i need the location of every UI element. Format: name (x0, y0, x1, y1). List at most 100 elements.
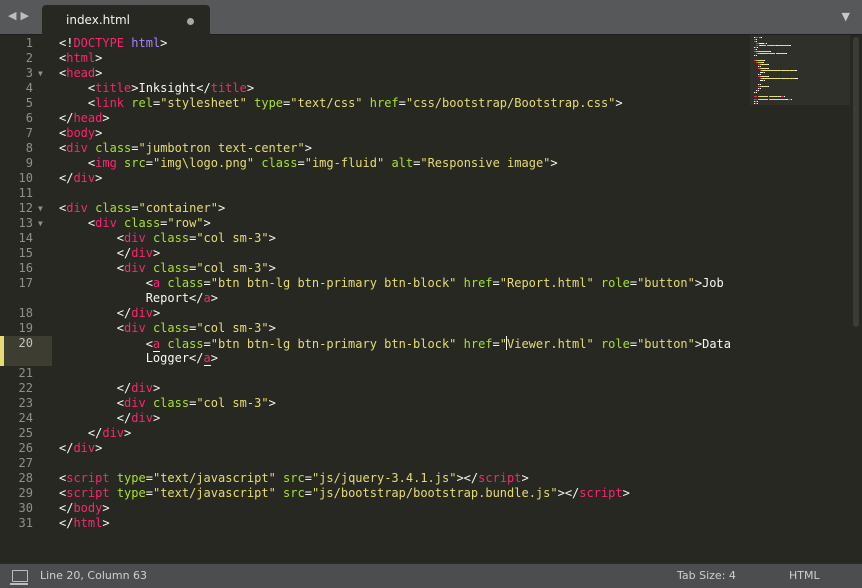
cursor-position[interactable]: Line 20, Column 63 (40, 569, 147, 582)
code-token: Viewer.html" (507, 337, 594, 351)
fold-arrow-icon[interactable]: ▼ (38, 201, 48, 216)
line-number: 31 (18, 516, 33, 530)
code-line[interactable]: </body> (59, 501, 110, 516)
line-number: 1 (25, 36, 33, 50)
nav-arrows-icon[interactable]: ◀▶ (8, 9, 33, 22)
vertical-scrollbar[interactable] (850, 35, 862, 563)
code-token: > (95, 66, 103, 80)
code-token: < (59, 321, 125, 335)
code-line[interactable]: <title>Inksight</title> (59, 81, 254, 96)
line-number: 7 (25, 126, 33, 140)
code-line[interactable]: Logger</a> (59, 351, 218, 366)
code-line[interactable]: <div class="container"> (59, 201, 225, 216)
minimap-segment (756, 100, 758, 102)
code-line[interactable]: <div class="jumbotron text-center"> (59, 141, 312, 156)
tab-index-html[interactable]: index.html (42, 5, 210, 35)
code-line[interactable]: <script type="text/javascript" src="js/b… (59, 486, 630, 501)
code-line[interactable]: </head> (59, 111, 110, 126)
code-token: div (73, 441, 96, 455)
code-line[interactable]: <div class="row"> (59, 216, 211, 231)
code-line[interactable]: </div> (59, 306, 160, 321)
code-token: "col sm-3" (196, 231, 269, 245)
minimap-segment (760, 84, 762, 86)
code-line[interactable]: <!DOCTYPE html> (59, 36, 167, 51)
code-token: < (59, 96, 96, 110)
code-line[interactable]: <body> (59, 126, 102, 141)
minimap-segment (769, 53, 776, 55)
code-token: <! (59, 36, 74, 50)
code-line[interactable]: <div class="col sm-3"> (59, 321, 276, 336)
line-number: 22 (18, 381, 33, 395)
code-token: head (73, 111, 103, 125)
line-number: 30 (18, 501, 33, 515)
code-area[interactable]: <!DOCTYPE html> <html> <head> <title>Inksi… (59, 35, 749, 563)
code-token: > (95, 126, 103, 140)
unsaved-dot-icon[interactable] (187, 18, 194, 25)
code-token: > (160, 36, 168, 50)
line-number: 26 (18, 441, 33, 455)
code-line[interactable]: <link rel="stylesheet" type="text/css" h… (59, 96, 623, 111)
code-editor[interactable]: 1 2 3 ▼ 4 5 6 7 8 9 10 11 12 ▼ 13 ▼ 14 15 16 17 18 19 20 21 22 23… (0, 35, 850, 563)
code-line[interactable]: <div class="col sm-3"> (59, 261, 276, 276)
line-number: 16 (18, 261, 33, 275)
code-line[interactable]: </div> (59, 246, 160, 261)
minimap-segment (770, 96, 780, 98)
minimap-segment (760, 73, 762, 75)
scrollbar-thumb[interactable] (853, 37, 859, 327)
code-line[interactable]: <div class="col sm-3"> (59, 231, 276, 246)
minimap-segment (767, 75, 769, 77)
code-line[interactable]: </div> (59, 171, 102, 186)
minimap-segment (760, 53, 767, 55)
code-line[interactable]: <img src="img\logo.png" class="img-fluid… (59, 156, 558, 171)
code-token: > (95, 441, 103, 455)
minimap-segment (795, 78, 798, 79)
code-token: = (492, 337, 500, 351)
syntax-selector[interactable]: HTML (789, 569, 820, 582)
tab-title: index.html (66, 13, 130, 27)
code-token: href (463, 337, 493, 351)
code-line[interactable]: <a class="btn btn-lg btn-primary btn-blo… (59, 276, 724, 291)
line-number-gutter: 1 2 3 ▼ 4 5 6 7 8 9 10 11 12 ▼ 13 ▼ 14 15 16 17 18 19 20 21 22 23… (0, 35, 52, 563)
code-line[interactable]: </html> (59, 516, 110, 531)
minimap[interactable] (750, 35, 850, 105)
code-token: href (463, 276, 493, 290)
tab-menu-icon[interactable]: ▼ (842, 10, 850, 23)
code-line[interactable]: <div class="col sm-3"> (59, 396, 276, 411)
code-token: > (210, 291, 218, 305)
code-line[interactable]: </div> (59, 426, 131, 441)
code-token: "js/bootstrap/bootstrap.bundle.js" (311, 486, 558, 500)
code-token: html (73, 516, 103, 530)
minimap-segment (756, 102, 758, 104)
line-number: 18 (18, 306, 33, 320)
panel-toggle-icon[interactable] (10, 570, 28, 585)
code-token: "col sm-3" (196, 261, 269, 275)
tab-size-selector[interactable]: Tab Size: 4 (677, 569, 736, 582)
code-token: div (124, 231, 146, 245)
code-token: "text/javascript" (152, 471, 276, 485)
code-line[interactable]: </div> (59, 381, 160, 396)
minimap-segment (758, 90, 760, 92)
code-token: > (102, 501, 110, 515)
code-token: > (521, 471, 529, 485)
code-token: script (579, 486, 623, 500)
code-token: Logger</ (59, 351, 204, 365)
code-line[interactable]: <html> (59, 51, 102, 66)
code-line[interactable]: <a class="btn btn-lg btn-primary btn-blo… (59, 336, 731, 352)
minimap-segment (760, 65, 762, 67)
code-line[interactable]: </div> (59, 441, 102, 456)
code-token: </ (59, 381, 132, 395)
code-token: > (304, 141, 312, 155)
fold-arrow-icon[interactable]: ▼ (38, 66, 48, 81)
code-token: < (59, 156, 96, 170)
code-line[interactable]: </div> (59, 411, 160, 426)
code-line[interactable]: <head> (59, 66, 102, 81)
code-line[interactable]: <script type="text/javascript" src="js/j… (59, 471, 529, 486)
fold-arrow-icon[interactable]: ▼ (38, 216, 48, 231)
line-number: 21 (18, 366, 33, 380)
code-token: div (131, 411, 153, 425)
code-line[interactable]: Report</a> (59, 291, 218, 306)
